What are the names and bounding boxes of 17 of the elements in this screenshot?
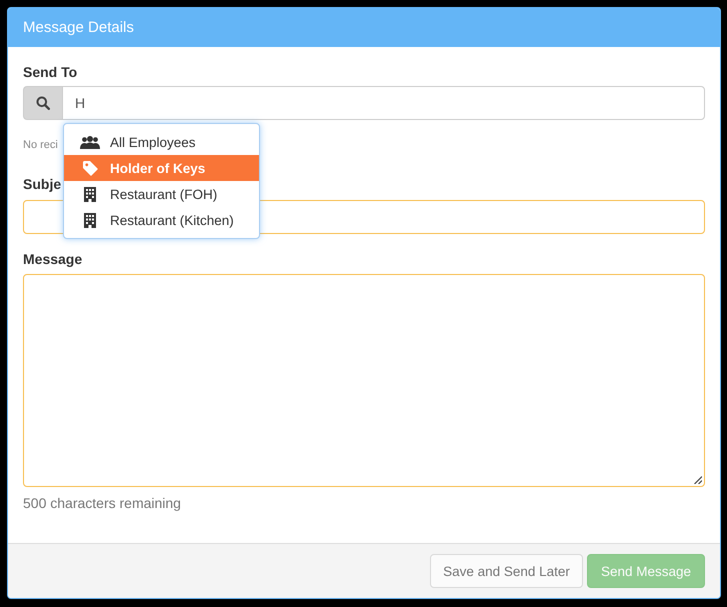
field-label: Subje — [23, 175, 62, 193]
tag-icon — [82, 160, 98, 176]
recipient-search-field[interactable]: H — [62, 86, 705, 120]
building-icon — [84, 212, 96, 228]
building-icon — [84, 186, 96, 202]
panel-title: Message Details — [23, 19, 134, 36]
field-label: Send To — [23, 63, 78, 81]
suggestion-item[interactable]: Restaurant (Kitchen) — [64, 207, 259, 233]
message-field[interactable] — [23, 274, 705, 487]
suggestion-item[interactable]: Restaurant (FOH) — [64, 181, 259, 207]
character-counter: 500 characters remaining — [23, 495, 181, 511]
people-icon — [80, 136, 100, 148]
resize-grip-icon[interactable] — [694, 476, 702, 484]
recipient-hint: No reci — [23, 138, 58, 153]
suggestion-item[interactable]: All Employees — [64, 129, 259, 155]
search-icon — [36, 96, 50, 110]
field-label: Message — [23, 250, 82, 268]
